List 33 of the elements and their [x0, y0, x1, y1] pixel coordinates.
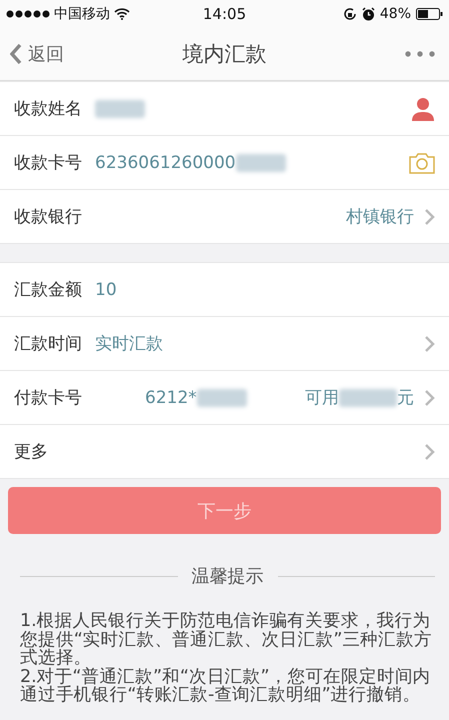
- back-button[interactable]: 返回: [10, 38, 64, 70]
- field-label: 收款姓名: [14, 98, 83, 120]
- tip-text: 1.根据人民银行关于防范电信诈骗有关要求，我行为您提供“实时汇款、普通汇款、次日汇款”三种汇款方式选择。: [20, 612, 433, 668]
- detail-text: 可用: [305, 387, 339, 409]
- signal-icon: [6, 10, 50, 18]
- field-value: 6236061260000: [95, 152, 236, 172]
- currency-unit: 元: [397, 387, 414, 409]
- field-label: 收款卡号: [14, 152, 83, 174]
- field-label: 收款银行: [14, 206, 83, 228]
- field-label: 更多: [14, 441, 49, 463]
- person-icon[interactable]: [411, 96, 435, 120]
- alarm-icon: [362, 7, 375, 21]
- tip-text: 2.对于“普通汇款”和“次日汇款”，您可在限定时间内通过手机银行“转账汇款-查询汇款明细”进行撤销。: [20, 668, 432, 704]
- field-label: 汇款时间: [14, 333, 83, 355]
- carrier-name: 中国移动: [54, 5, 110, 23]
- field-label: 汇款金额: [14, 279, 83, 301]
- status-time: 14:05: [202, 5, 246, 23]
- page-title: 境内汇款: [182, 41, 266, 68]
- field-label: 付款卡号: [14, 387, 83, 409]
- field-value: 10: [95, 280, 117, 300]
- tips-title: 温馨提示: [192, 565, 264, 588]
- field-value: 实时汇款: [95, 333, 163, 355]
- form-row[interactable]: 收款银行 村镇银行: [0, 190, 449, 244]
- field-value: 6212*: [145, 388, 197, 408]
- camera-icon[interactable]: [409, 152, 435, 174]
- form-row[interactable]: 付款卡号 6212* 可用 元: [0, 371, 449, 425]
- wifi-icon: [114, 8, 130, 20]
- detail-text: 村镇银行: [346, 206, 414, 228]
- battery-icon: [416, 8, 444, 20]
- battery-percent: 48%: [380, 6, 412, 22]
- rotation-lock-icon: [342, 7, 357, 21]
- form-row[interactable]: 汇款时间 实时汇款: [0, 317, 449, 371]
- form-row[interactable]: 更多: [0, 425, 449, 479]
